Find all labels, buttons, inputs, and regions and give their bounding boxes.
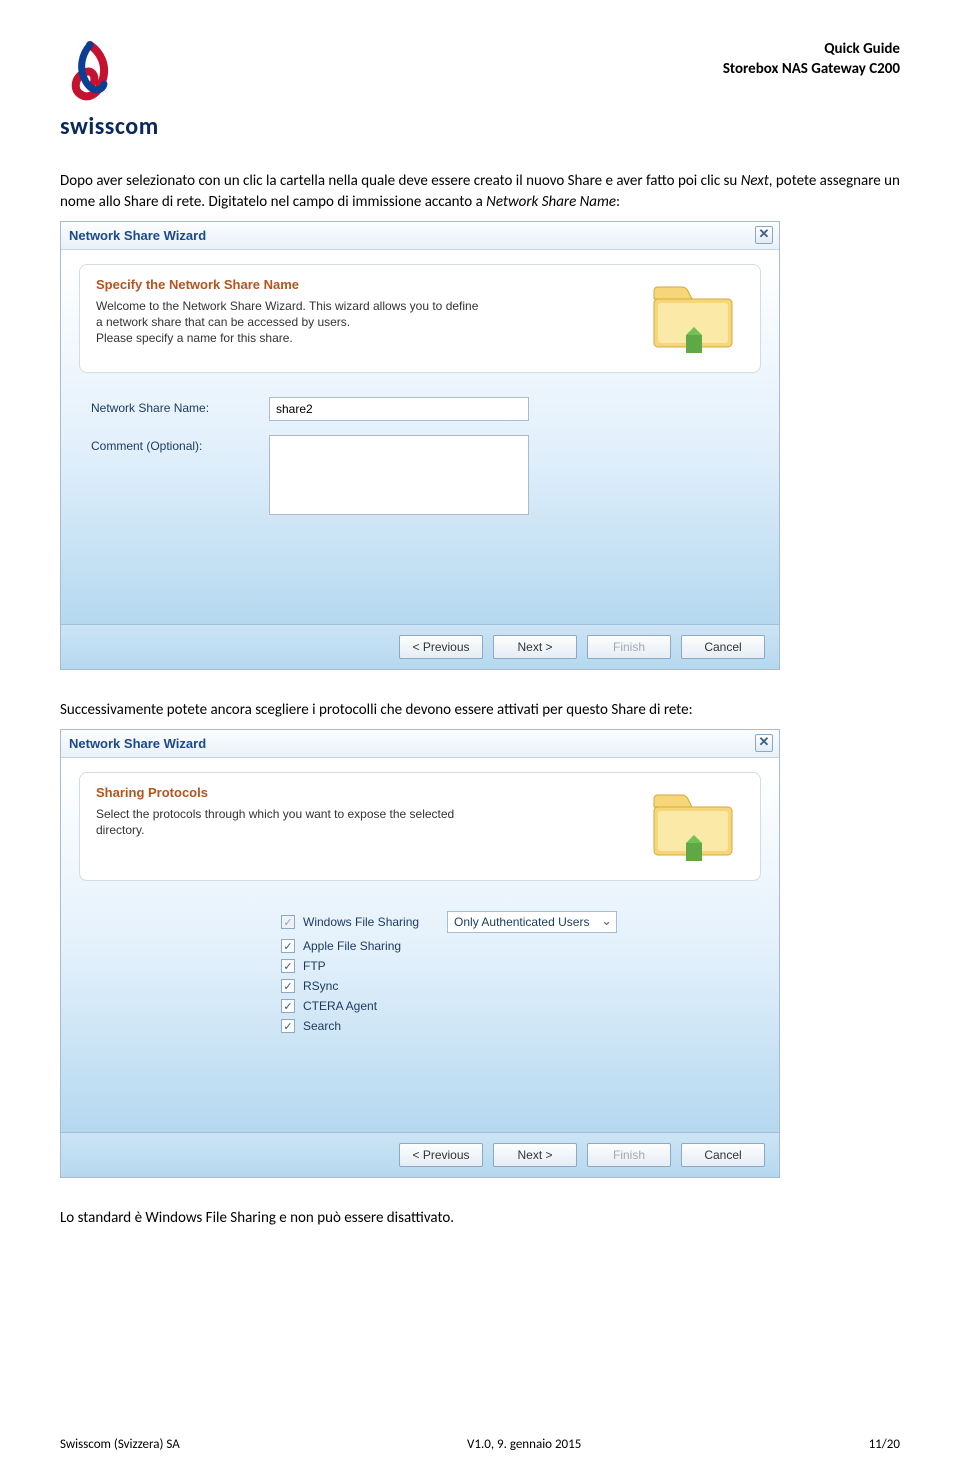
cancel-button[interactable]: Cancel [681,1143,765,1167]
network-share-name-row: Network Share Name: [91,397,749,421]
protocol-ftp: ✓ FTP [281,959,779,973]
dialog-body: Specify the Network Share Name Welcome t… [61,264,779,624]
page-header: swisscom Quick Guide Storebox NAS Gatewa… [60,40,900,141]
dialog-head-title: Specify the Network Share Name [96,277,632,292]
dialog-title-text: Network Share Wizard [69,228,206,243]
protocol-label: FTP [303,959,326,973]
protocol-label: Search [303,1019,341,1033]
swisscom-logo-text: swisscom [60,112,159,141]
footer-left: Swisscom (Svizzera) SA [60,1437,180,1452]
dialog-title-text: Network Share Wizard [69,736,206,751]
form-area: Network Share Name: Comment (Optional): [61,373,779,515]
checkbox-apple-file-sharing[interactable]: ✓ [281,939,295,953]
close-icon[interactable]: ✕ [755,226,773,244]
checkbox-rsync[interactable]: ✓ [281,979,295,993]
dialog-title-bar: Network Share Wizard ✕ [61,222,779,250]
protocol-ctera-agent: ✓ CTERA Agent [281,999,779,1013]
previous-button[interactable]: < Previous [399,635,483,659]
swisscom-logo: swisscom [60,40,159,141]
windows-auth-select[interactable]: Only Authenticated Users [447,911,617,933]
comment-row: Comment (Optional): [91,435,749,515]
comment-textarea[interactable] [269,435,529,515]
previous-button[interactable]: < Previous [399,1143,483,1167]
dialog-button-bar: < Previous Next > Finish Cancel [61,1132,779,1177]
network-share-name-input[interactable] [269,397,529,421]
protocol-label: RSync [303,979,338,993]
page-footer: Swisscom (Svizzera) SA V1.0, 9. gennaio … [60,1437,900,1452]
checkbox-search[interactable]: ✓ [281,1019,295,1033]
network-share-wizard-dialog-1: Network Share Wizard ✕ Specify the Netwo… [60,221,780,670]
checkbox-windows-file-sharing: ✓ [281,915,295,929]
dialog-body: Sharing Protocols Select the protocols t… [61,772,779,1132]
cancel-button[interactable]: Cancel [681,635,765,659]
protocol-label: CTERA Agent [303,999,377,1013]
comment-label: Comment (Optional): [91,435,251,453]
protocols-list: ✓ Windows File Sharing Only Authenticate… [61,881,779,1033]
dialog-head-text: Welcome to the Network Share Wizard. Thi… [96,298,632,347]
dialog-button-bar: < Previous Next > Finish Cancel [61,624,779,669]
protocol-apple-file-sharing: ✓ Apple File Sharing [281,939,779,953]
dialog-header-panel: Sharing Protocols Select the protocols t… [79,772,761,881]
checkbox-ctera-agent[interactable]: ✓ [281,999,295,1013]
next-button[interactable]: Next > [493,1143,577,1167]
dialog-head-text: Select the protocols through which you w… [96,806,632,838]
paragraph-3: Lo standard è Windows File Sharing e non… [60,1208,900,1229]
protocol-label: Windows File Sharing [303,915,419,929]
network-share-name-label: Network Share Name: [91,397,251,415]
protocol-search: ✓ Search [281,1019,779,1033]
finish-button: Finish [587,635,671,659]
dialog-header-panel: Specify the Network Share Name Welcome t… [79,264,761,373]
dialog-head-title: Sharing Protocols [96,785,632,800]
doc-title-line1: Quick Guide [723,40,900,60]
swisscom-logo-icon [60,40,120,110]
footer-right: 11/20 [869,1437,900,1452]
paragraph-2: Successivamente potete ancora scegliere … [60,700,900,721]
checkbox-ftp[interactable]: ✓ [281,959,295,973]
protocol-label: Apple File Sharing [303,939,401,953]
folder-icon [644,785,744,868]
document-title: Quick Guide Storebox NAS Gateway C200 [723,40,900,79]
network-share-wizard-dialog-2: Network Share Wizard ✕ Sharing Protocols… [60,729,780,1178]
finish-button: Finish [587,1143,671,1167]
footer-center: V1.0, 9. gennaio 2015 [467,1437,581,1452]
protocol-rsync: ✓ RSync [281,979,779,993]
doc-title-line2: Storebox NAS Gateway C200 [723,60,900,80]
paragraph-1: Dopo aver selezionato con un clic la car… [60,171,900,213]
dialog-title-bar: Network Share Wizard ✕ [61,730,779,758]
folder-icon [644,277,744,360]
protocol-windows-file-sharing: ✓ Windows File Sharing Only Authenticate… [281,911,779,933]
next-button[interactable]: Next > [493,635,577,659]
close-icon[interactable]: ✕ [755,734,773,752]
